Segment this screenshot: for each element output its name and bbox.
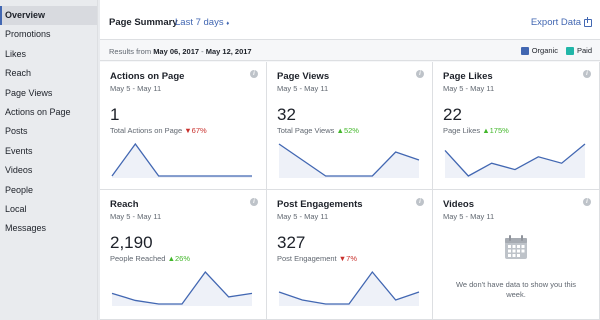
- legend-paid-swatch: [565, 46, 574, 55]
- card-date: May 5 - May 11: [443, 212, 495, 221]
- info-icon[interactable]: i: [583, 198, 591, 206]
- card-value: 327: [277, 233, 306, 252]
- sidebar-nav: Overview Promotions Likes Reach Page Vie…: [0, 0, 98, 320]
- page-title: Page Summary: [109, 17, 178, 28]
- card-subtitle-label: Page Likes: [443, 126, 481, 135]
- card-subtitle-label: People Reached: [110, 254, 166, 263]
- date-range-label: Last 7 days: [175, 17, 224, 28]
- no-data-message: We don't have data to show you this week…: [455, 280, 577, 299]
- sidebar-item-actions-on-page[interactable]: Actions on Page: [0, 103, 97, 122]
- card-subtitle-label: Post Engagement: [277, 254, 337, 263]
- card-videos[interactable]: Videos May 5 - May 11 i We don't have da…: [433, 190, 600, 320]
- sidebar-item-people[interactable]: People: [0, 181, 97, 200]
- info-icon[interactable]: i: [583, 70, 591, 78]
- sparkline-area: [112, 272, 252, 306]
- sidebar-item-reach[interactable]: Reach: [0, 64, 97, 83]
- card-reach[interactable]: Reach May 5 - May 11 i 2,190 People Reac…: [100, 190, 267, 320]
- results-sep: -: [199, 47, 206, 56]
- results-range: Results from May 06, 2017 - May 12, 2017: [109, 47, 252, 56]
- card-value: 22: [443, 105, 462, 124]
- card-title: Page Views: [277, 71, 330, 82]
- card-date: May 5 - May 11: [443, 84, 495, 93]
- legend-organic-swatch: [520, 46, 529, 55]
- change-up-icon: ▲: [167, 254, 175, 263]
- legend: Organic Paid: [520, 46, 592, 55]
- card-value: 32: [277, 105, 296, 124]
- sidebar-item-videos[interactable]: Videos: [0, 161, 97, 180]
- card-subtitle-label: Total Actions on Page: [110, 126, 183, 135]
- sparkline-area: [279, 144, 419, 178]
- card-title: Actions on Page: [110, 71, 185, 82]
- card-title: Page Likes: [443, 71, 493, 82]
- change-value: 175%: [489, 126, 509, 135]
- sparkline: [444, 143, 586, 178]
- card-subtitle: Post Engagement ▼7%: [277, 254, 357, 263]
- sidebar-item-promotions[interactable]: Promotions: [0, 25, 97, 44]
- legend-paid[interactable]: Paid: [565, 46, 592, 55]
- results-end: May 12, 2017: [205, 47, 252, 56]
- sidebar-item-overview[interactable]: Overview: [0, 6, 97, 26]
- card-title: Post Engagements: [277, 199, 363, 210]
- main-content: Page Summary Last 7 days ♦ Export Data R…: [100, 0, 600, 320]
- sparkline-line: [278, 270, 420, 305]
- card-post-engagements[interactable]: Post Engagements May 5 - May 11 i 327 Po…: [267, 190, 433, 320]
- legend-paid-label: Paid: [576, 46, 592, 55]
- sidebar-item-events[interactable]: Events: [0, 142, 97, 161]
- change-value: 26%: [175, 254, 191, 263]
- info-icon[interactable]: i: [416, 70, 424, 78]
- sparkline: [111, 142, 252, 178]
- date-range-dropdown[interactable]: Last 7 days ♦: [175, 17, 229, 28]
- sparkline-area: [112, 144, 252, 178]
- card-actions-on-page[interactable]: Actions on Page May 5 - May 11 i 1 Total…: [100, 62, 267, 190]
- info-icon[interactable]: i: [250, 70, 258, 78]
- card-date: May 5 - May 11: [110, 212, 162, 221]
- card-value: 2,190: [110, 233, 153, 252]
- sidebar-item-likes[interactable]: Likes: [0, 45, 97, 64]
- card-subtitle: People Reached ▲26%: [110, 254, 190, 263]
- change-down-icon: ▼: [184, 126, 192, 135]
- change-up-icon: ▲: [482, 126, 490, 135]
- sparkline-area: [279, 272, 419, 306]
- card-subtitle: Total Actions on Page ▼67%: [110, 126, 207, 135]
- results-bar: Results from May 06, 2017 - May 12, 2017…: [100, 41, 600, 61]
- results-prefix: Results from: [109, 47, 152, 56]
- card-title: Videos: [443, 199, 474, 210]
- card-page-likes[interactable]: Page Likes May 5 - May 11 i 22 Page Like…: [433, 62, 600, 190]
- card-date: May 5 - May 11: [110, 84, 162, 93]
- card-subtitle: Page Likes ▲175%: [443, 126, 509, 135]
- card-date: May 5 - May 11: [277, 84, 329, 93]
- info-icon[interactable]: i: [416, 198, 424, 206]
- card-title: Reach: [110, 199, 139, 210]
- dropdown-arrow-icon: ♦: [226, 21, 230, 27]
- card-value: 1: [110, 105, 120, 124]
- export-icon: [584, 16, 592, 27]
- change-up-icon: ▲: [336, 126, 344, 135]
- export-data-label: Export Data: [530, 17, 581, 28]
- sidebar-item-local[interactable]: Local: [0, 200, 97, 219]
- change-value: 52%: [343, 126, 359, 135]
- legend-organic-label: Organic: [531, 46, 558, 55]
- results-start: May 06, 2017: [153, 47, 200, 56]
- export-data-button[interactable]: Export Data: [530, 16, 592, 28]
- legend-organic[interactable]: Organic: [520, 46, 558, 55]
- card-subtitle-label: Total Page Views: [277, 126, 335, 135]
- change-value: 7%: [346, 254, 357, 263]
- card-page-views[interactable]: Page Views May 5 - May 11 i 32 Total Pag…: [267, 62, 433, 190]
- sidebar-item-messages[interactable]: Messages: [0, 219, 97, 238]
- sidebar-item-posts[interactable]: Posts: [0, 122, 97, 141]
- card-subtitle: Total Page Views ▲52%: [277, 126, 359, 135]
- card-date: May 5 - May 11: [277, 212, 329, 221]
- sparkline: [278, 270, 420, 306]
- sidebar-item-page-views[interactable]: Page Views: [0, 84, 97, 103]
- sparkline: [111, 270, 253, 306]
- calendar-icon: [505, 235, 527, 259]
- sparkline: [278, 143, 420, 178]
- summary-header: Page Summary Last 7 days ♦ Export Data: [100, 0, 600, 40]
- info-icon[interactable]: i: [250, 198, 258, 206]
- change-value: 67%: [191, 126, 207, 135]
